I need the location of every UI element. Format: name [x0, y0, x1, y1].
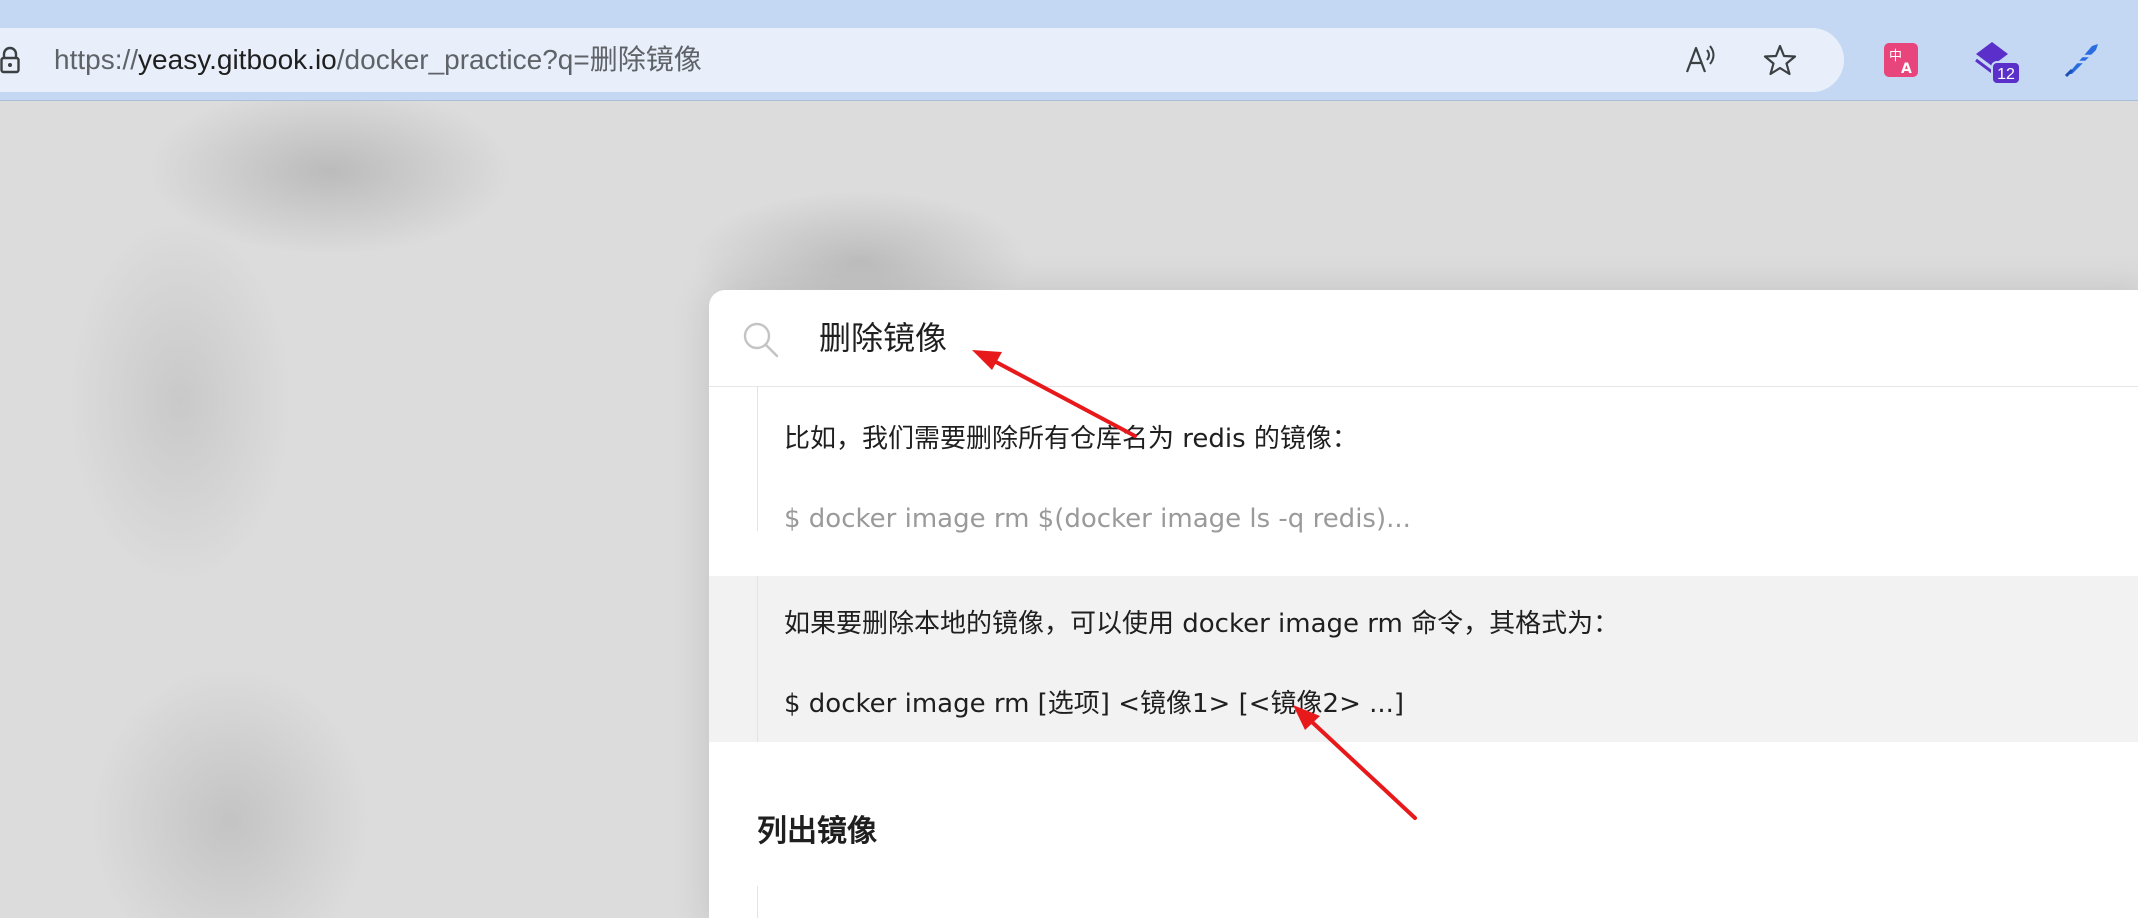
url-path: /docker_practice?q=删除镜像: [336, 44, 702, 75]
browser-toolbar: https://yeasy.gitbook.io/docker_practice…: [0, 0, 2138, 101]
section-divider: [757, 886, 758, 918]
pen-ext-icon[interactable]: [2062, 40, 2100, 78]
search-result-highlighted[interactable]: 如果要删除本地的镜像，可以使用 docker image rm 命令，其格式为：…: [709, 576, 2138, 742]
lock-icon[interactable]: [0, 46, 20, 74]
result-title: 比如，我们需要删除所有仓库名为 redis 的镜像：: [784, 424, 1358, 454]
search-input[interactable]: [819, 312, 2019, 364]
result-title: 如果要删除本地的镜像，可以使用 docker image rm 命令，其格式为：: [784, 609, 1620, 639]
svg-text:A: A: [1901, 61, 1912, 77]
translate-ext-icon[interactable]: 中 A: [1884, 43, 1918, 77]
address-bar[interactable]: https://yeasy.gitbook.io/docker_practice…: [0, 28, 1844, 92]
search-result[interactable]: 比如，我们需要删除所有仓库名为 redis 的镜像： $ docker imag…: [709, 387, 2138, 534]
star-icon[interactable]: [1762, 42, 1798, 78]
url-host: yeasy.gitbook.io: [138, 44, 337, 75]
read-aloud-icon[interactable]: [1682, 42, 1718, 78]
search-icon: [743, 322, 779, 358]
search-header: [709, 290, 2138, 387]
search-modal: 比如，我们需要删除所有仓库名为 redis 的镜像： $ docker imag…: [709, 290, 2138, 918]
url-text[interactable]: https://yeasy.gitbook.io/docker_practice…: [54, 44, 702, 76]
result-snippet: $ docker image rm $(docker image ls -q r…: [784, 504, 1411, 534]
stack-ext-icon[interactable]: 12: [1972, 40, 2020, 88]
extension-badge-count: 12: [1997, 66, 2015, 83]
section-heading[interactable]: 列出镜像: [757, 812, 877, 852]
result-snippet: $ docker image rm [选项] <镜像1> [<镜像2> ...]: [784, 689, 1405, 719]
result-divider: [757, 576, 758, 742]
url-scheme: https://: [54, 44, 139, 75]
result-divider: [757, 387, 758, 531]
